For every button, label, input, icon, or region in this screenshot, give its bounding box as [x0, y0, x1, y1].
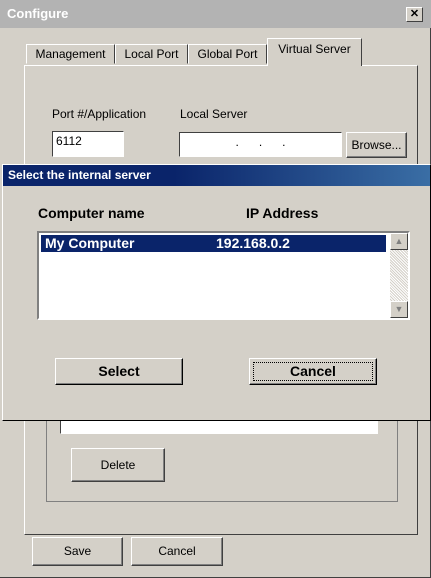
configure-title: Configure	[7, 6, 69, 21]
browse-button[interactable]: Browse...	[346, 132, 407, 158]
tab-management[interactable]: Management	[26, 44, 115, 64]
local-server-label: Local Server	[180, 107, 248, 121]
vertical-scrollbar[interactable]: ▲ ▼	[390, 233, 408, 318]
tab-global-port[interactable]: Global Port	[188, 44, 267, 64]
ip-address-cell: 192.168.0.2	[216, 235, 290, 251]
dialog-title-bar[interactable]: Select the internal server	[3, 165, 430, 186]
local-server-ip-input[interactable]: . . .	[179, 132, 342, 157]
delete-button[interactable]: Delete	[71, 448, 165, 482]
port-input[interactable]: 6112	[52, 131, 124, 157]
select-button[interactable]: Select	[55, 358, 183, 385]
configure-title-bar[interactable]: Configure ✕	[0, 0, 431, 28]
tab-virtual-server[interactable]: Virtual Server	[267, 38, 362, 66]
server-listbox[interactable]: My Computer 192.168.0.2 ▲ ▼	[37, 231, 410, 320]
list-item[interactable]: My Computer 192.168.0.2	[41, 235, 386, 252]
close-icon[interactable]: ✕	[406, 7, 423, 22]
save-button[interactable]: Save	[32, 537, 123, 566]
computer-name-cell: My Computer	[45, 235, 135, 251]
scroll-down-icon[interactable]: ▼	[390, 301, 408, 318]
scroll-up-icon[interactable]: ▲	[390, 233, 408, 250]
dialog-cancel-button[interactable]: Cancel	[249, 358, 377, 385]
tab-local-port[interactable]: Local Port	[115, 44, 188, 64]
dialog-title: Select the internal server	[8, 168, 151, 182]
port-label: Port #/Application	[52, 107, 147, 121]
column-header-computer-name: Computer name	[38, 205, 145, 221]
select-server-dialog: Select the internal server Computer name…	[2, 164, 431, 421]
configure-cancel-button[interactable]: Cancel	[131, 537, 223, 566]
column-header-ip-address: IP Address	[246, 205, 319, 221]
